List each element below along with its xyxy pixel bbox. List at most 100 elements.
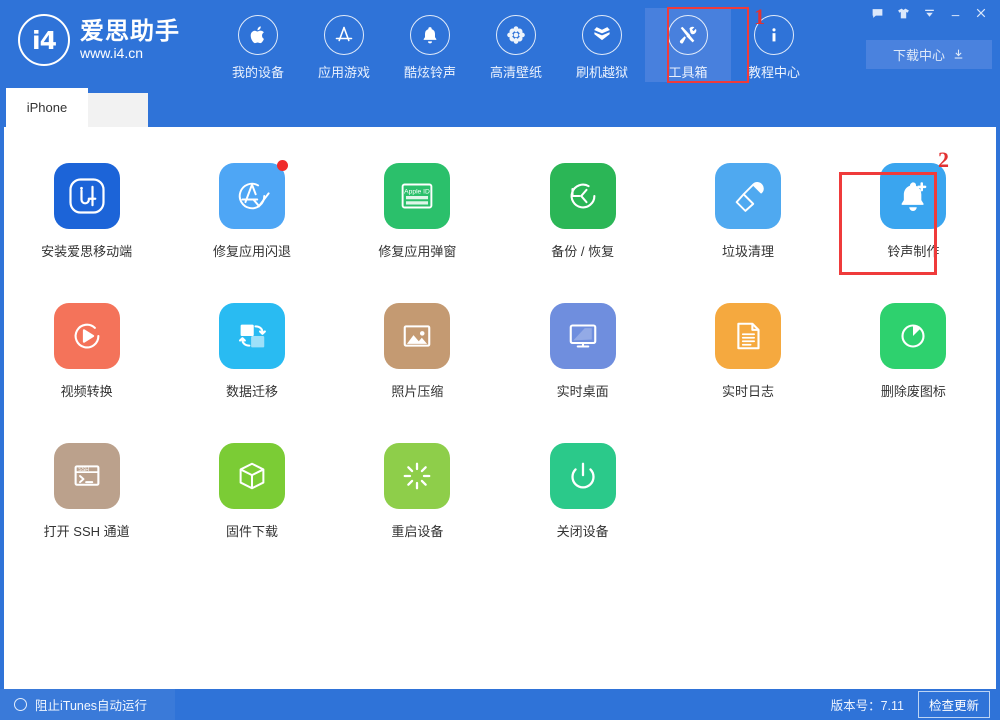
tool-label: 照片压缩 bbox=[391, 381, 443, 400]
backup-restore-icon bbox=[550, 163, 616, 229]
broom-icon bbox=[715, 163, 781, 229]
check-update-button[interactable]: 检查更新 bbox=[918, 691, 990, 718]
tool-label: 实时桌面 bbox=[557, 381, 609, 400]
tool-photo-compress[interactable]: 照片压缩 bbox=[335, 295, 500, 405]
nav-label: 工具箱 bbox=[668, 62, 707, 81]
tool-label: 修复应用闪退 bbox=[213, 241, 291, 260]
nav-item-tutorials[interactable]: 教程中心 bbox=[731, 8, 817, 82]
tool-label: 修复应用弹窗 bbox=[378, 241, 456, 260]
tool-restart-device[interactable]: 重启设备 bbox=[335, 435, 500, 545]
tool-label: 删除废图标 bbox=[881, 381, 946, 400]
bell-plus-icon bbox=[880, 163, 946, 229]
annotation-number-2: 2 bbox=[938, 147, 949, 173]
cube-icon bbox=[219, 443, 285, 509]
apple-icon bbox=[238, 15, 278, 55]
nav-item-apps-games[interactable]: 应用游戏 bbox=[301, 8, 387, 82]
tool-label: 垃圾清理 bbox=[722, 241, 774, 260]
app-logo[interactable]: i4 爱思助手 www.i4.cn bbox=[18, 14, 180, 66]
svg-text:Apple ID: Apple ID bbox=[404, 189, 430, 196]
svg-text:SSH: SSH bbox=[78, 467, 89, 473]
notification-badge bbox=[277, 160, 288, 171]
tool-label: 数据迁移 bbox=[226, 381, 278, 400]
tool-shutdown-device[interactable]: 关闭设备 bbox=[500, 435, 665, 545]
brand-name: 爱思助手 bbox=[80, 19, 180, 44]
nav-label: 刷机越狱 bbox=[576, 62, 628, 81]
download-icon bbox=[952, 48, 965, 61]
brand-url: www.i4.cn bbox=[80, 46, 180, 61]
log-file-icon bbox=[715, 303, 781, 369]
tool-label: 视频转换 bbox=[61, 381, 113, 400]
tool-label: 铃声制作 bbox=[887, 241, 939, 260]
download-center-label: 下载中心 bbox=[893, 45, 945, 64]
power-icon bbox=[550, 443, 616, 509]
nav-label: 应用游戏 bbox=[318, 62, 370, 81]
ssh-terminal-icon: SSH bbox=[54, 443, 120, 509]
i4-assistant-window: i4 爱思助手 www.i4.cn 我的设备 bbox=[0, 0, 1000, 720]
toolbox-content: 安装爱思移动端 修复应用闪退 bbox=[4, 127, 996, 689]
tools-icon bbox=[668, 15, 708, 55]
tool-video-convert[interactable]: 视频转换 bbox=[4, 295, 169, 405]
tool-label: 备份 / 恢复 bbox=[551, 241, 614, 260]
tool-ringtone-maker[interactable]: 铃声制作 bbox=[831, 155, 996, 265]
feedback-icon[interactable] bbox=[864, 1, 890, 25]
minimize-icon[interactable] bbox=[942, 1, 968, 25]
tool-label: 打开 SSH 通道 bbox=[44, 521, 130, 540]
tool-junk-clean[interactable]: 垃圾清理 bbox=[665, 155, 830, 265]
box-open-icon bbox=[582, 15, 622, 55]
download-center-button[interactable]: 下载中心 bbox=[866, 40, 992, 69]
nav-label: 高清壁纸 bbox=[490, 62, 542, 81]
tab-label: iPhone bbox=[27, 100, 67, 115]
tab-strip: iPhone bbox=[0, 88, 1000, 127]
main-nav: 我的设备 应用游戏 bbox=[215, 8, 817, 82]
restart-icon bbox=[384, 443, 450, 509]
window-controls bbox=[864, 0, 994, 26]
data-migrate-icon bbox=[219, 303, 285, 369]
tool-label: 关闭设备 bbox=[557, 521, 609, 540]
block-itunes-label: 阻止iTunes自动运行 bbox=[35, 695, 147, 714]
photo-icon bbox=[384, 303, 450, 369]
tool-install-i4-mobile[interactable]: 安装爱思移动端 bbox=[4, 155, 169, 265]
nav-label: 我的设备 bbox=[232, 62, 284, 81]
nav-item-flash-jailbreak[interactable]: 刷机越狱 bbox=[559, 8, 645, 82]
flower-icon bbox=[496, 15, 536, 55]
tool-backup-restore[interactable]: 备份 / 恢复 bbox=[500, 155, 665, 265]
tool-open-ssh-tunnel[interactable]: SSH 打开 SSH 通道 bbox=[4, 435, 169, 545]
bell-icon bbox=[410, 15, 450, 55]
appstore-fix-icon bbox=[219, 163, 285, 229]
tools-grid: 安装爱思移动端 修复应用闪退 bbox=[4, 155, 996, 545]
skin-icon[interactable] bbox=[890, 1, 916, 25]
appstore-icon bbox=[324, 15, 364, 55]
app-header: i4 爱思助手 www.i4.cn 我的设备 bbox=[0, 0, 1000, 88]
tab-iphone[interactable]: iPhone bbox=[6, 88, 88, 127]
nav-label: 教程中心 bbox=[748, 62, 800, 81]
nav-item-my-device[interactable]: 我的设备 bbox=[215, 8, 301, 82]
tool-live-log[interactable]: 实时日志 bbox=[665, 295, 830, 405]
nav-label: 酷炫铃声 bbox=[404, 62, 456, 81]
tab-strip-filler bbox=[88, 93, 148, 127]
nav-item-wallpapers[interactable]: 高清壁纸 bbox=[473, 8, 559, 82]
tool-data-migration[interactable]: 数据迁移 bbox=[169, 295, 334, 405]
tool-delete-broken-icons[interactable]: 删除废图标 bbox=[831, 295, 996, 405]
tool-label: 实时日志 bbox=[722, 381, 774, 400]
apple-id-icon: Apple ID bbox=[384, 163, 450, 229]
pie-delete-icon bbox=[880, 303, 946, 369]
tool-label: 重启设备 bbox=[391, 521, 443, 540]
status-bar: 阻止iTunes自动运行 版本号：7.11 检查更新 bbox=[0, 689, 1000, 720]
close-icon[interactable] bbox=[968, 1, 994, 25]
tool-fix-app-popup[interactable]: Apple ID 修复应用弹窗 bbox=[335, 155, 500, 265]
tool-label: 固件下载 bbox=[226, 521, 278, 540]
tool-live-desktop[interactable]: 实时桌面 bbox=[500, 295, 665, 405]
i4-logo-icon: i4 bbox=[18, 14, 70, 66]
nav-item-toolbox[interactable]: 工具箱 bbox=[645, 8, 731, 82]
tool-firmware-download[interactable]: 固件下载 bbox=[169, 435, 334, 545]
tool-label: 安装爱思移动端 bbox=[41, 241, 132, 260]
nav-item-ringtones[interactable]: 酷炫铃声 bbox=[387, 8, 473, 82]
monitor-icon bbox=[550, 303, 616, 369]
caret-down-icon[interactable] bbox=[916, 1, 942, 25]
i4-app-icon bbox=[54, 163, 120, 229]
tool-fix-app-crash[interactable]: 修复应用闪退 bbox=[169, 155, 334, 265]
block-itunes-toggle[interactable]: 阻止iTunes自动运行 bbox=[0, 689, 175, 720]
annotation-number-1: 1 bbox=[754, 4, 765, 30]
version-label: 版本号：7.11 bbox=[831, 695, 904, 714]
radio-icon[interactable] bbox=[14, 698, 27, 711]
